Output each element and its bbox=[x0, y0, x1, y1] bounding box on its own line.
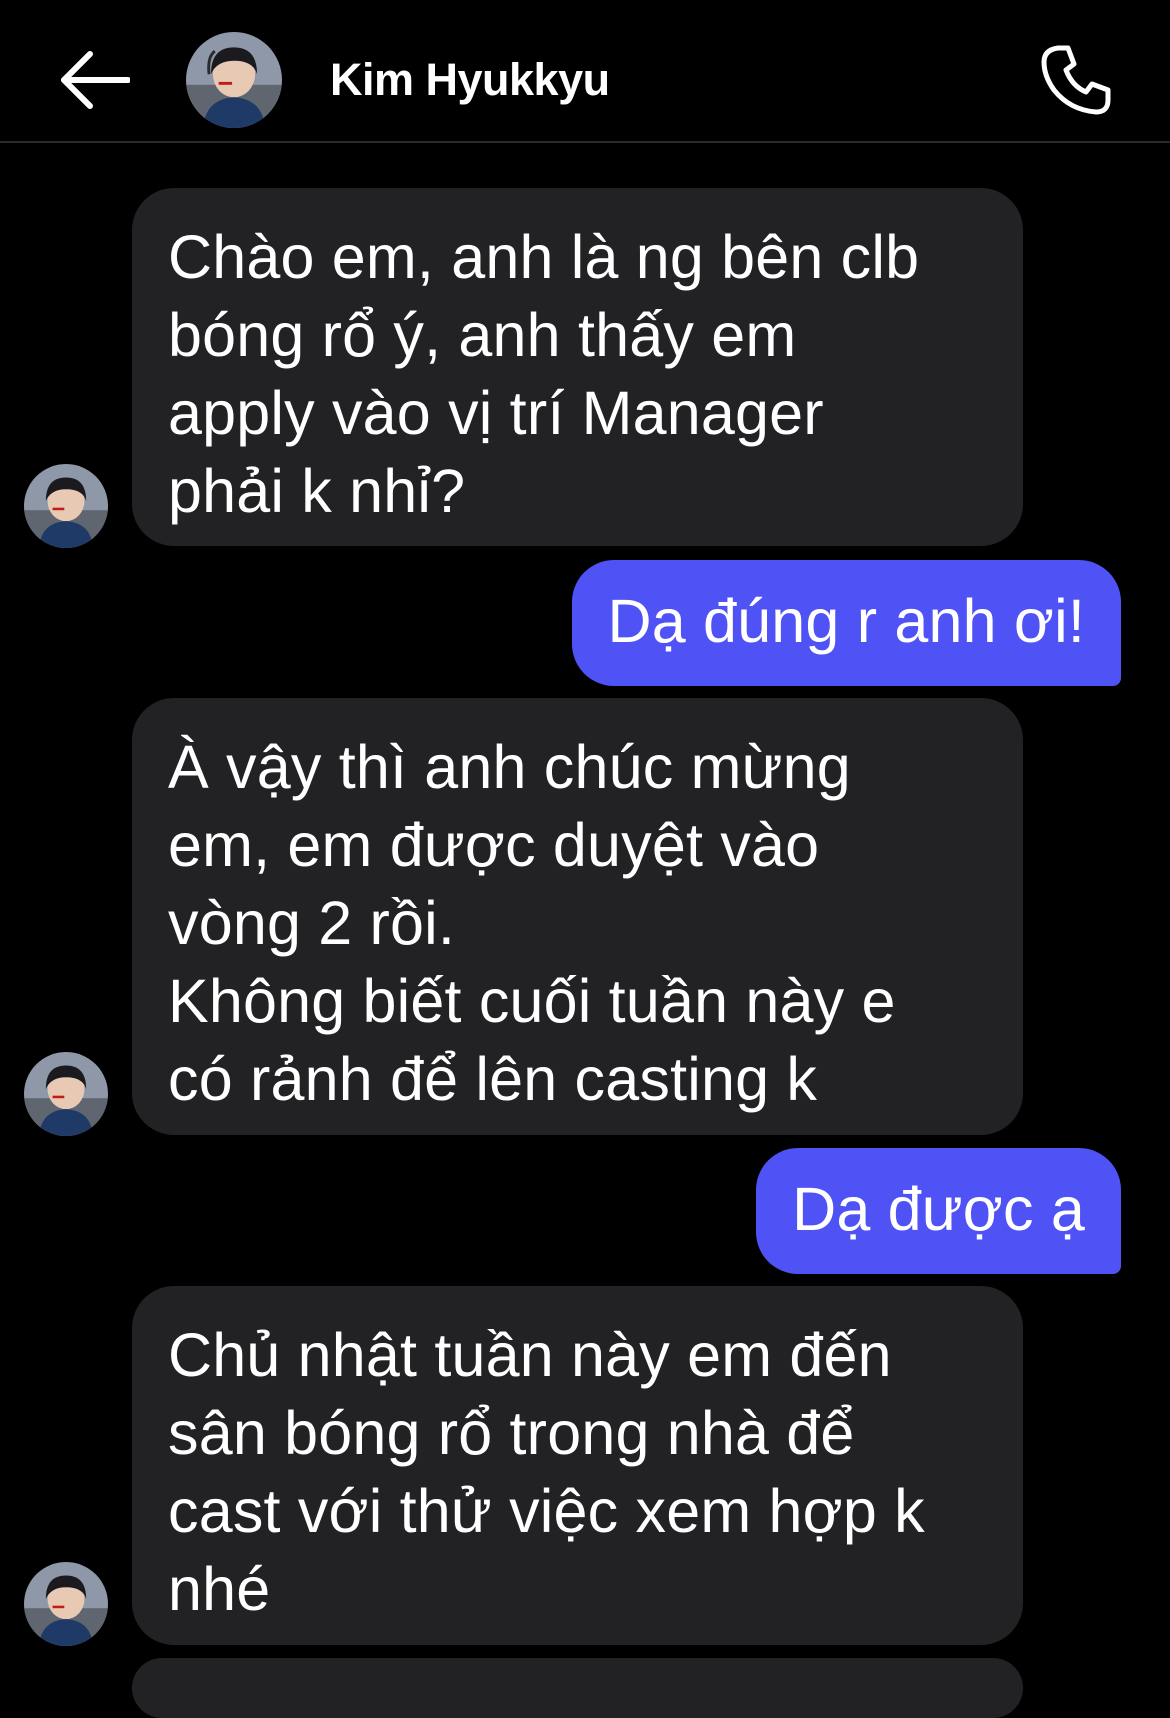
back-button[interactable] bbox=[58, 44, 131, 116]
message-thread[interactable]: Chào em, anh là ng bên clb bóng rổ ý, an… bbox=[0, 143, 1170, 1718]
outgoing-message[interactable]: Dạ đúng r anh ơi! bbox=[571, 560, 1121, 686]
incoming-message[interactable]: Chào em, anh là ng bên clb bóng rổ ý, an… bbox=[132, 188, 1023, 546]
sender-avatar[interactable] bbox=[24, 1562, 108, 1646]
outgoing-message[interactable]: Dạ được ạ bbox=[756, 1148, 1121, 1274]
incoming-message[interactable]: À vậy thì anh chúc mừng em, em được duyệ… bbox=[132, 698, 1023, 1135]
contact-name[interactable]: Kim Hyukkyu bbox=[330, 50, 610, 110]
arrow-left-icon bbox=[61, 51, 131, 109]
chat-header: Kim Hyukkyu bbox=[0, 0, 1170, 143]
incoming-message-partial[interactable] bbox=[132, 1658, 1023, 1718]
call-button[interactable] bbox=[1036, 40, 1116, 120]
incoming-message[interactable]: Chủ nhật tuần này em đến sân bóng rổ tro… bbox=[132, 1286, 1023, 1645]
sender-avatar[interactable] bbox=[24, 464, 108, 548]
sender-avatar[interactable] bbox=[24, 1052, 108, 1136]
contact-avatar[interactable] bbox=[186, 32, 282, 128]
phone-icon bbox=[1041, 45, 1111, 115]
